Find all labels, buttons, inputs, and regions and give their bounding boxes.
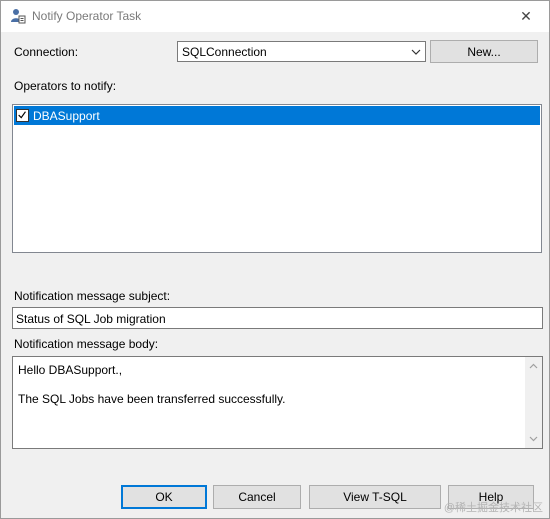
chevron-down-icon <box>411 49 421 55</box>
cancel-button[interactable]: Cancel <box>213 485 301 509</box>
view-tsql-button[interactable]: View T-SQL <box>309 485 441 509</box>
connection-label: Connection: <box>14 45 79 59</box>
scroll-down-icon[interactable] <box>529 434 538 443</box>
subject-value: Status of SQL Job migration <box>16 312 166 326</box>
ok-label: OK <box>155 490 173 504</box>
checkmark-icon <box>18 111 26 119</box>
connection-value: SQLConnection <box>182 45 267 59</box>
cancel-label: Cancel <box>238 490 276 504</box>
operator-name: DBASupport <box>33 109 100 123</box>
notify-operator-dialog: Notify Operator Task ✕ Connection: SQLCo… <box>0 0 550 519</box>
subject-input[interactable]: Status of SQL Job migration <box>12 307 543 329</box>
scroll-up-icon[interactable] <box>529 362 538 371</box>
watermark: @稀土掘金技术社区 <box>443 502 543 514</box>
close-button[interactable]: ✕ <box>503 1 549 32</box>
body-line-3: The SQL Jobs have been transferred succe… <box>18 392 286 406</box>
subject-label: Notification message subject: <box>14 289 171 303</box>
ok-button[interactable]: OK <box>121 485 207 509</box>
operators-label: Operators to notify: <box>14 79 117 93</box>
connection-dropdown[interactable]: SQLConnection <box>177 41 426 62</box>
title-bar: Notify Operator Task ✕ <box>1 1 549 32</box>
operators-list[interactable]: DBASupport <box>12 104 542 253</box>
close-icon: ✕ <box>520 8 532 24</box>
body-textarea[interactable]: Hello DBASupport., The SQL Jobs have bee… <box>12 356 543 449</box>
window-title: Notify Operator Task <box>32 9 142 23</box>
view-tsql-label: View T-SQL <box>343 490 407 504</box>
body-scrollbar[interactable] <box>525 357 542 448</box>
body-label: Notification message body: <box>14 337 159 351</box>
body-line-1: Hello DBASupport., <box>18 363 123 377</box>
list-item[interactable]: DBASupport <box>14 106 540 125</box>
new-connection-label: New... <box>467 44 501 59</box>
operator-task-icon <box>11 9 26 24</box>
operator-checkbox[interactable] <box>16 109 29 122</box>
new-connection-button[interactable]: New... <box>430 40 538 63</box>
